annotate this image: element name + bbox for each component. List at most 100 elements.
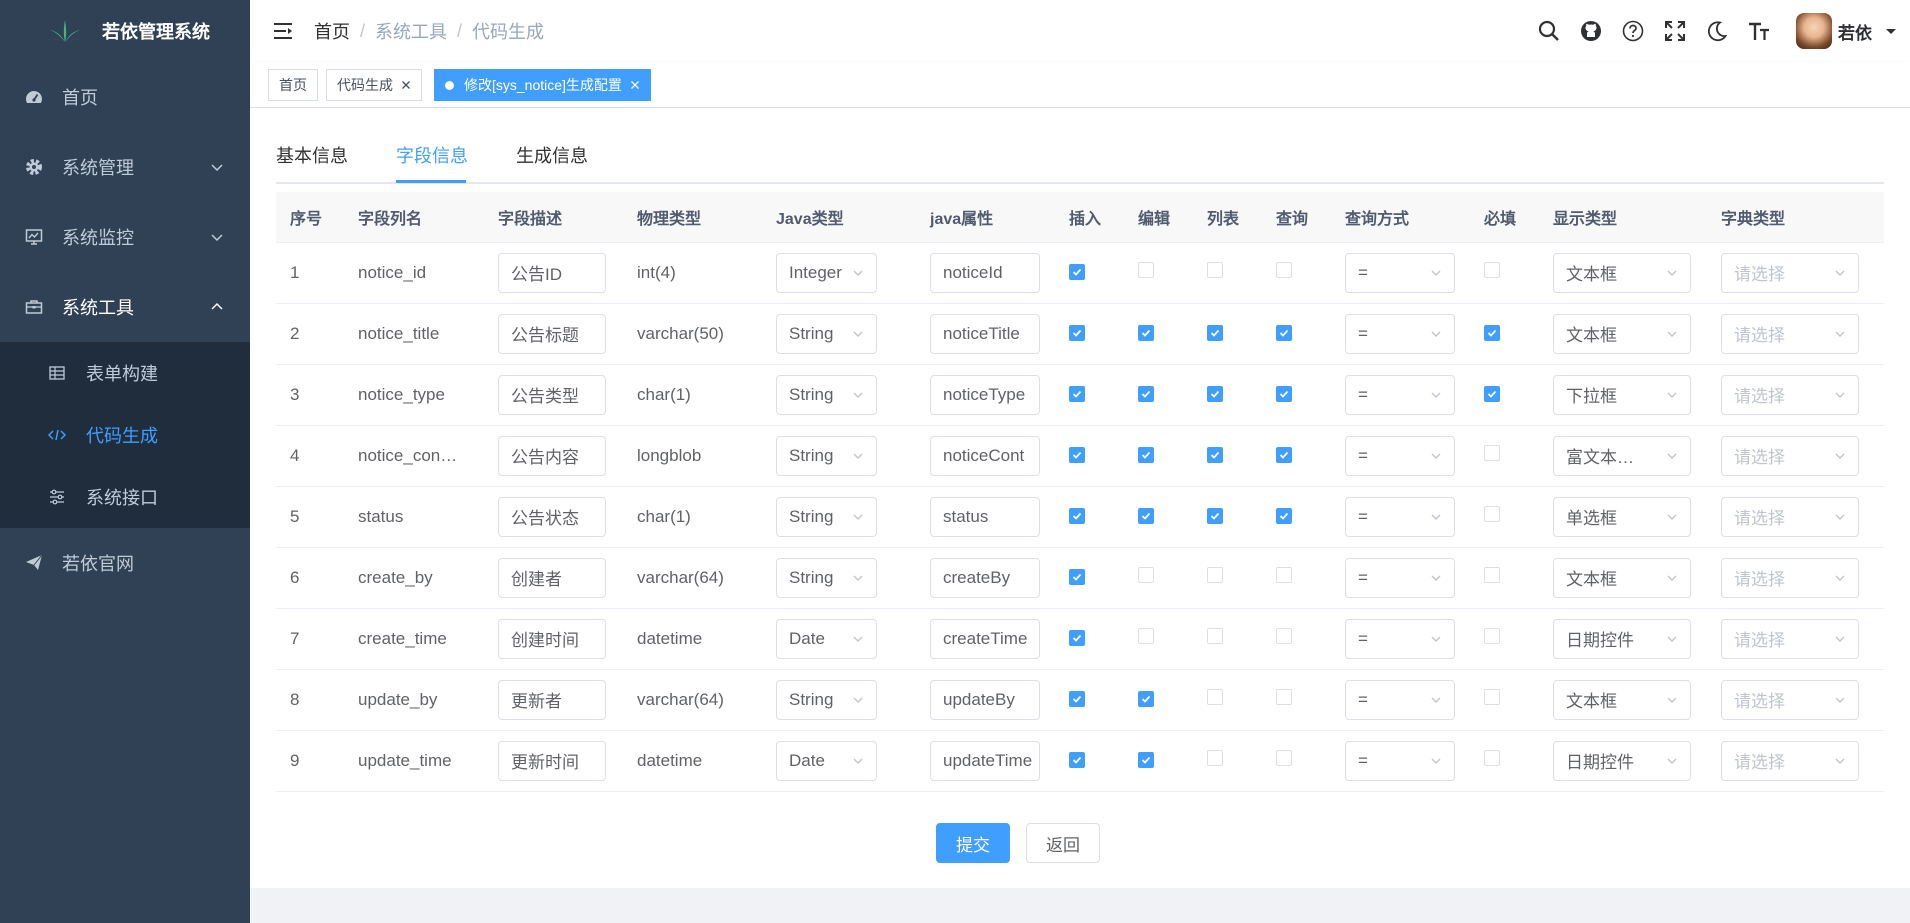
- sidebar-item-form-builder[interactable]: 表单构建: [0, 342, 250, 404]
- list-checkbox[interactable]: [1207, 446, 1223, 463]
- sidebar-item-home[interactable]: 首页: [0, 62, 250, 132]
- edit-checkbox[interactable]: [1138, 751, 1154, 768]
- user-name[interactable]: 若依: [1838, 19, 1872, 44]
- query-type-select[interactable]: =: [1345, 618, 1455, 659]
- insert-checkbox[interactable]: [1069, 690, 1085, 707]
- edit-checkbox[interactable]: [1138, 507, 1154, 524]
- required-checkbox[interactable]: [1484, 324, 1500, 341]
- java-field-input[interactable]: noticeType: [930, 374, 1040, 415]
- tab-basic-info[interactable]: 基本信息: [276, 142, 348, 182]
- java-type-select[interactable]: String: [776, 435, 877, 476]
- moon-icon[interactable]: [1705, 19, 1729, 43]
- field-desc-input[interactable]: 公告类型: [498, 374, 606, 415]
- java-type-select[interactable]: String: [776, 313, 877, 354]
- java-field-input[interactable]: noticeTitle: [930, 313, 1040, 354]
- edit-checkbox[interactable]: [1138, 385, 1154, 402]
- insert-checkbox[interactable]: [1069, 507, 1085, 524]
- html-type-select[interactable]: 富文本…: [1553, 435, 1691, 476]
- html-type-select[interactable]: 日期控件: [1553, 618, 1691, 659]
- dict-type-select[interactable]: 请选择: [1721, 740, 1859, 781]
- query-checkbox[interactable]: [1276, 689, 1292, 705]
- field-desc-input[interactable]: 公告ID: [498, 252, 606, 293]
- list-checkbox[interactable]: [1207, 567, 1223, 583]
- search-icon[interactable]: [1537, 19, 1561, 43]
- insert-checkbox[interactable]: [1069, 629, 1085, 646]
- required-checkbox[interactable]: [1484, 385, 1500, 402]
- java-type-select[interactable]: String: [776, 679, 877, 720]
- insert-checkbox[interactable]: [1069, 568, 1085, 585]
- list-checkbox[interactable]: [1207, 628, 1223, 644]
- field-desc-input[interactable]: 创建时间: [498, 618, 606, 659]
- insert-checkbox[interactable]: [1069, 263, 1085, 280]
- java-field-input[interactable]: createTime: [930, 618, 1040, 659]
- required-checkbox[interactable]: [1484, 567, 1500, 583]
- query-checkbox[interactable]: [1276, 262, 1292, 278]
- tag-codegen[interactable]: 代码生成: [326, 69, 422, 101]
- query-checkbox[interactable]: [1276, 446, 1292, 463]
- html-type-select[interactable]: 文本框: [1553, 313, 1691, 354]
- field-desc-input[interactable]: 公告内容: [498, 435, 606, 476]
- edit-checkbox[interactable]: [1138, 446, 1154, 463]
- required-checkbox[interactable]: [1484, 689, 1500, 705]
- dict-type-select[interactable]: 请选择: [1721, 557, 1859, 598]
- html-type-select[interactable]: 文本框: [1553, 252, 1691, 293]
- hamburger-icon[interactable]: [272, 20, 294, 42]
- tab-gen-info[interactable]: 生成信息: [516, 142, 588, 182]
- caret-down-icon[interactable]: [1886, 26, 1896, 36]
- tag-edit-config[interactable]: 修改[sys_notice]生成配置: [434, 69, 651, 101]
- list-checkbox[interactable]: [1207, 324, 1223, 341]
- edit-checkbox[interactable]: [1138, 324, 1154, 341]
- dict-type-select[interactable]: 请选择: [1721, 435, 1859, 476]
- list-checkbox[interactable]: [1207, 262, 1223, 278]
- field-desc-input[interactable]: 公告状态: [498, 496, 606, 537]
- back-button[interactable]: 返回: [1026, 823, 1100, 863]
- java-field-input[interactable]: updateBy: [930, 679, 1040, 720]
- query-type-select[interactable]: =: [1345, 374, 1455, 415]
- edit-checkbox[interactable]: [1138, 567, 1154, 583]
- java-type-select[interactable]: Date: [776, 618, 877, 659]
- dict-type-select[interactable]: 请选择: [1721, 618, 1859, 659]
- sidebar-item-code-gen[interactable]: 代码生成: [0, 404, 250, 466]
- java-type-select[interactable]: String: [776, 557, 877, 598]
- html-type-select[interactable]: 文本框: [1553, 557, 1691, 598]
- dict-type-select[interactable]: 请选择: [1721, 496, 1859, 537]
- html-type-select[interactable]: 下拉框: [1553, 374, 1691, 415]
- sidebar-item-monitor[interactable]: 系统监控: [0, 202, 250, 272]
- dict-type-select[interactable]: 请选择: [1721, 313, 1859, 354]
- sidebar-item-tools[interactable]: 系统工具: [0, 272, 250, 342]
- github-icon[interactable]: [1579, 19, 1603, 43]
- sidebar-item-swagger[interactable]: 系统接口: [0, 466, 250, 528]
- insert-checkbox[interactable]: [1069, 751, 1085, 768]
- java-type-select[interactable]: Date: [776, 740, 877, 781]
- java-field-input[interactable]: noticeId: [930, 252, 1040, 293]
- avatar[interactable]: [1796, 13, 1832, 49]
- sidebar-item-system[interactable]: 系统管理: [0, 132, 250, 202]
- insert-checkbox[interactable]: [1069, 385, 1085, 402]
- query-checkbox[interactable]: [1276, 567, 1292, 583]
- required-checkbox[interactable]: [1484, 506, 1500, 522]
- query-checkbox[interactable]: [1276, 507, 1292, 524]
- html-type-select[interactable]: 单选框: [1553, 496, 1691, 537]
- java-field-input[interactable]: updateTime: [930, 740, 1040, 781]
- query-type-select[interactable]: =: [1345, 435, 1455, 476]
- query-type-select[interactable]: =: [1345, 496, 1455, 537]
- field-desc-input[interactable]: 更新者: [498, 679, 606, 720]
- insert-checkbox[interactable]: [1069, 446, 1085, 463]
- field-desc-input[interactable]: 更新时间: [498, 740, 606, 781]
- query-type-select[interactable]: =: [1345, 557, 1455, 598]
- java-field-input[interactable]: status: [930, 496, 1040, 537]
- sidebar-item-website[interactable]: 若依官网: [0, 528, 250, 598]
- dict-type-select[interactable]: 请选择: [1721, 252, 1859, 293]
- dict-type-select[interactable]: 请选择: [1721, 374, 1859, 415]
- java-type-select[interactable]: Integer: [776, 252, 877, 293]
- query-checkbox[interactable]: [1276, 628, 1292, 644]
- close-icon[interactable]: [630, 80, 640, 90]
- query-type-select[interactable]: =: [1345, 679, 1455, 720]
- insert-checkbox[interactable]: [1069, 324, 1085, 341]
- html-type-select[interactable]: 日期控件: [1553, 740, 1691, 781]
- list-checkbox[interactable]: [1207, 507, 1223, 524]
- list-checkbox[interactable]: [1207, 750, 1223, 766]
- java-field-input[interactable]: createBy: [930, 557, 1040, 598]
- query-checkbox[interactable]: [1276, 324, 1292, 341]
- font-size-icon[interactable]: [1747, 19, 1771, 43]
